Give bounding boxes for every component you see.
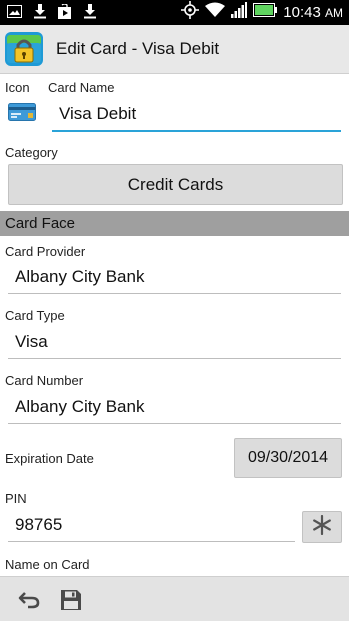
pin-label: PIN bbox=[5, 491, 27, 506]
status-bar: 10:43 AM bbox=[0, 0, 349, 25]
gps-icon bbox=[181, 1, 200, 24]
clock-ampm: AM bbox=[325, 6, 343, 20]
asterisk-icon bbox=[312, 514, 332, 540]
card-name-value: Visa Debit bbox=[59, 104, 137, 123]
category-value: Credit Cards bbox=[127, 174, 224, 194]
icon-label: Icon bbox=[5, 80, 30, 95]
pin-mask-toggle-button[interactable] bbox=[302, 511, 342, 543]
expiration-date-button[interactable]: 09/30/2014 bbox=[234, 438, 342, 478]
card-provider-label: Card Provider bbox=[5, 244, 86, 259]
pin-value: 98765 bbox=[15, 515, 63, 534]
image-icon bbox=[6, 3, 23, 20]
notification-icons bbox=[6, 3, 98, 20]
clock-time: 10:43 bbox=[283, 4, 321, 21]
card-provider-value: Albany City Bank bbox=[15, 267, 145, 286]
section-title: Card Face bbox=[5, 215, 76, 232]
play-store-icon bbox=[56, 3, 73, 20]
bottom-action-bar bbox=[0, 576, 349, 621]
wifi-icon bbox=[205, 2, 226, 23]
download-icon bbox=[31, 3, 48, 20]
undo-icon[interactable] bbox=[16, 587, 42, 613]
signal-icon bbox=[231, 2, 248, 23]
card-name-label: Card Name bbox=[48, 80, 115, 95]
action-bar: Edit Card - Visa Debit bbox=[0, 25, 349, 74]
card-icon[interactable] bbox=[8, 103, 36, 121]
battery-icon bbox=[253, 3, 278, 22]
category-label: Category bbox=[5, 145, 58, 160]
card-number-field[interactable]: Albany City Bank bbox=[8, 391, 341, 424]
expiration-date-value: 09/30/2014 bbox=[247, 449, 329, 466]
page-title: Edit Card - Visa Debit bbox=[56, 39, 220, 58]
lock-wallet-icon[interactable] bbox=[4, 29, 44, 69]
card-type-label: Card Type bbox=[5, 308, 65, 323]
pin-field[interactable]: 98765 bbox=[8, 509, 295, 542]
section-header-card-face: Card Face bbox=[0, 211, 349, 236]
clock: 10:43 AM bbox=[283, 4, 343, 21]
card-type-value: Visa bbox=[15, 332, 48, 351]
download-icon bbox=[81, 3, 98, 20]
category-button[interactable]: Credit Cards bbox=[8, 164, 343, 205]
card-name-field[interactable]: Visa Debit bbox=[52, 98, 341, 132]
card-provider-field[interactable]: Albany City Bank bbox=[8, 261, 341, 294]
name-on-card-label: Name on Card bbox=[5, 557, 90, 572]
card-number-value: Albany City Bank bbox=[15, 397, 145, 416]
card-type-field[interactable]: Visa bbox=[8, 326, 341, 359]
save-icon[interactable] bbox=[58, 587, 84, 613]
expiration-date-label: Expiration Date bbox=[5, 451, 94, 466]
system-icons: 10:43 AM bbox=[181, 1, 343, 24]
card-number-label: Card Number bbox=[5, 373, 84, 388]
